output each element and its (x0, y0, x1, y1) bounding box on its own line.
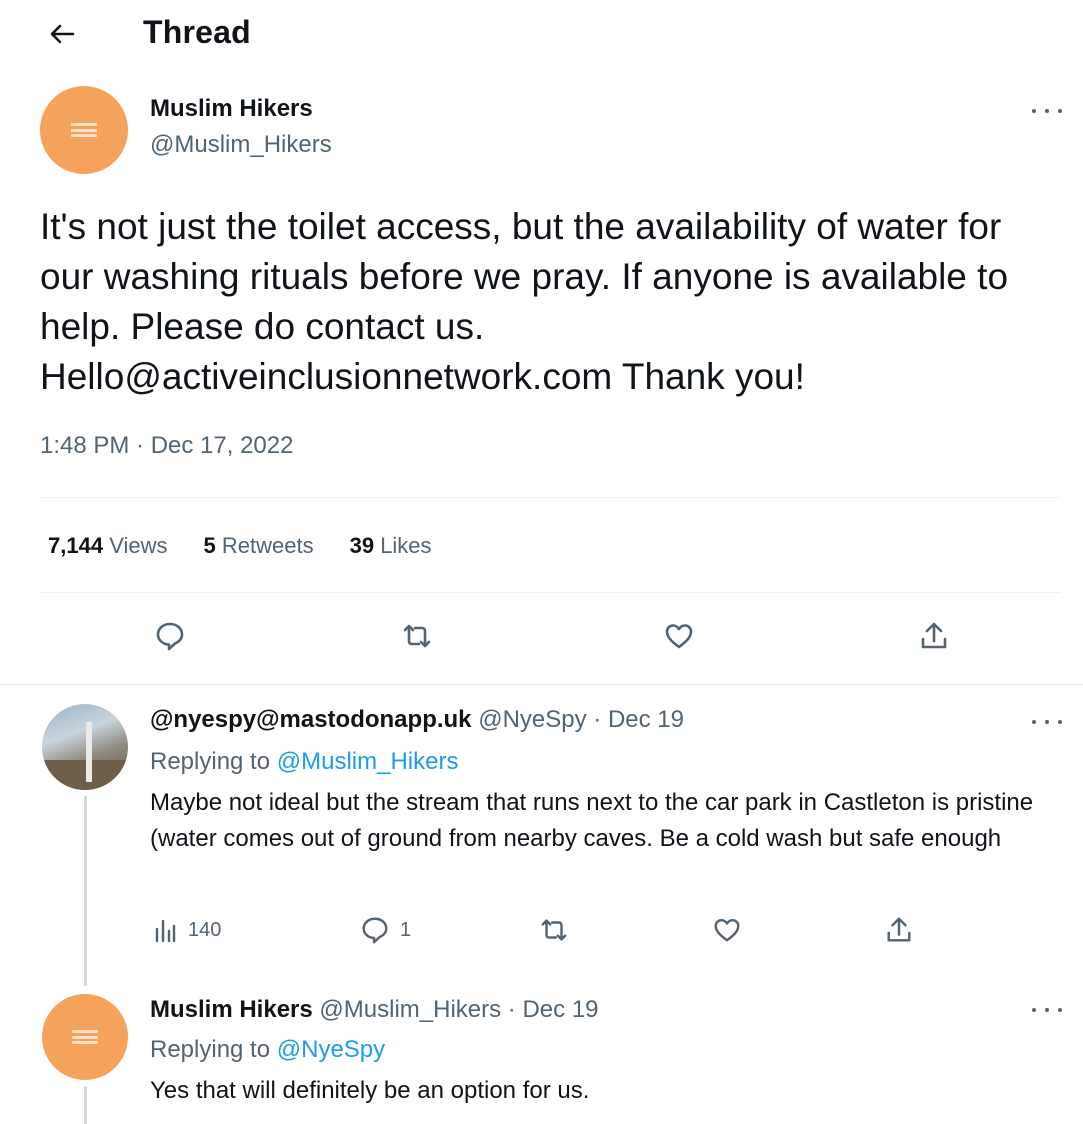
thread-line (84, 1086, 87, 1124)
avatar[interactable] (42, 994, 128, 1080)
reply-text: Yes that will definitely be an option fo… (150, 1077, 590, 1104)
divider (40, 497, 1060, 498)
bar-chart-icon (155, 919, 176, 943)
comment-icon (362, 917, 388, 944)
retweet-button[interactable] (538, 915, 570, 945)
reply-date[interactable]: Dec 19 (522, 996, 598, 1023)
more-horizontal-icon (1032, 109, 1062, 113)
share-button[interactable] (918, 620, 950, 652)
retweet-icon (403, 624, 431, 648)
retweet-button[interactable] (400, 620, 434, 652)
retweet-icon (541, 919, 567, 941)
heart-icon (714, 918, 740, 942)
mention-link[interactable]: @Muslim_Hikers (277, 748, 459, 775)
retweets-stat[interactable]: 5 Retweets (203, 533, 313, 559)
comment-icon (156, 622, 184, 651)
more-horizontal-icon (1032, 1008, 1062, 1012)
tweet-stats: 7,144 Views 5 Retweets 39 Likes (48, 533, 468, 559)
arrow-left-icon (50, 24, 75, 44)
divider (0, 684, 1083, 685)
share-button[interactable] (884, 915, 914, 945)
logo-mark (71, 123, 97, 137)
back-button[interactable] (40, 12, 84, 56)
author-handle[interactable]: @Muslim_Hikers (150, 131, 332, 159)
divider (40, 592, 1060, 593)
like-button[interactable] (712, 915, 742, 945)
author-name[interactable]: @nyespy@mastodonapp.uk (150, 706, 472, 733)
author-handle[interactable]: @NyeSpy (478, 706, 586, 733)
more-options-button[interactable] (1032, 101, 1062, 121)
reply-button[interactable]: 1 (360, 915, 411, 945)
mention-link[interactable]: @NyeSpy (277, 1036, 385, 1063)
reply-button[interactable] (154, 620, 186, 652)
likes-stat[interactable]: 39 Likes (350, 533, 432, 559)
views-count: 140 (188, 918, 222, 941)
reply-count: 1 (400, 918, 412, 941)
reply-header: @nyespy@mastodonapp.uk @NyeSpy · Dec 19 (150, 706, 684, 733)
share-icon (887, 917, 911, 942)
like-button[interactable] (663, 620, 695, 652)
heart-icon (665, 624, 693, 649)
avatar[interactable] (40, 86, 128, 174)
share-icon (921, 622, 947, 649)
top-bar: Thread (0, 0, 1083, 70)
views-button[interactable]: 140 (154, 917, 221, 943)
tweet-timestamp[interactable]: 1:48 PM · Dec 17, 2022 (40, 432, 293, 460)
tweet-text: It's not just the toilet access, but the… (40, 206, 1009, 397)
reply-text: Maybe not ideal but the stream that runs… (150, 789, 1034, 852)
author-handle[interactable]: @Muslim_Hikers (319, 996, 501, 1023)
reply-date[interactable]: Dec 19 (608, 706, 684, 733)
more-options-button[interactable] (1032, 1000, 1062, 1020)
thread-line (84, 796, 87, 986)
author-name[interactable]: Muslim Hikers (150, 95, 313, 123)
replying-to: Replying to @Muslim_Hikers (150, 748, 459, 775)
avatar[interactable] (42, 704, 128, 790)
views-stat[interactable]: 7,144 Views (48, 533, 167, 559)
reply-header: Muslim Hikers @Muslim_Hikers · Dec 19 (150, 996, 599, 1023)
more-options-button[interactable] (1032, 712, 1062, 732)
more-horizontal-icon (1032, 720, 1062, 724)
author-name[interactable]: Muslim Hikers (150, 996, 313, 1023)
page-title: Thread (143, 14, 251, 50)
logo-mark (72, 1030, 98, 1044)
replying-to: Replying to @NyeSpy (150, 1036, 386, 1063)
